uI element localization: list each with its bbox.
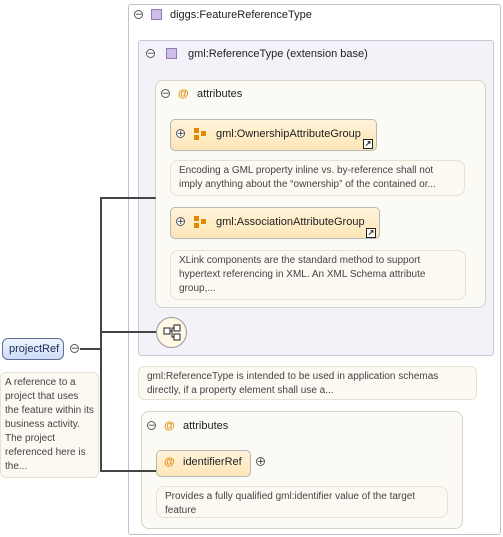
root-element-doc: A reference to a project that uses the f… xyxy=(0,372,99,478)
identifier-ref-expand-toggle[interactable]: + xyxy=(256,457,265,467)
identifier-ref-doc: Provides a fully qualified gml:identifie… xyxy=(156,486,448,518)
attribute-at-icon: @ xyxy=(164,456,175,468)
association-group-name: gml:AssociationAttributeGroup xyxy=(216,216,365,228)
ownership-group-expand-toggle[interactable]: + xyxy=(176,129,185,139)
type-icon xyxy=(151,9,162,20)
ownership-group-name: gml:OwnershipAttributeGroup xyxy=(216,128,361,140)
sequence-icon xyxy=(163,324,181,341)
link-arrow-icon[interactable]: ↗ xyxy=(363,139,373,149)
base-attributes-toggle[interactable]: − xyxy=(161,89,170,99)
type-name: diggs:FeatureReferenceType xyxy=(170,9,312,21)
connector-line xyxy=(101,470,156,472)
root-element-name: projectRef xyxy=(9,343,60,355)
identifier-ref-name: identifierRef xyxy=(183,456,242,468)
base-collapse-toggle[interactable]: − xyxy=(146,49,155,59)
type-collapse-toggle[interactable]: − xyxy=(134,10,143,20)
connector-line xyxy=(101,197,156,199)
association-group-doc: XLink components are the standard method… xyxy=(170,250,466,300)
connector-line xyxy=(80,348,100,350)
connector-line xyxy=(100,197,102,472)
attribute-group-icon xyxy=(194,216,206,228)
base-type-doc: gml:ReferenceType is intended to be used… xyxy=(138,366,477,400)
own-attributes-title: attributes xyxy=(183,420,229,432)
attributes-at-icon: @ xyxy=(164,420,175,432)
base-type-icon xyxy=(166,48,177,59)
own-attributes-toggle[interactable]: − xyxy=(147,421,156,431)
connector-line xyxy=(101,331,156,333)
base-attributes-title: attributes xyxy=(197,88,243,100)
attributes-at-icon: @ xyxy=(178,88,189,100)
association-group-expand-toggle[interactable]: + xyxy=(176,217,185,227)
attribute-group-icon xyxy=(194,128,206,140)
root-collapse-toggle[interactable]: − xyxy=(70,344,79,354)
link-arrow-icon[interactable]: ↗ xyxy=(366,228,376,238)
base-type-name: gml:ReferenceType (extension base) xyxy=(188,48,368,60)
ownership-group-doc: Encoding a GML property inline vs. by-re… xyxy=(170,160,465,196)
